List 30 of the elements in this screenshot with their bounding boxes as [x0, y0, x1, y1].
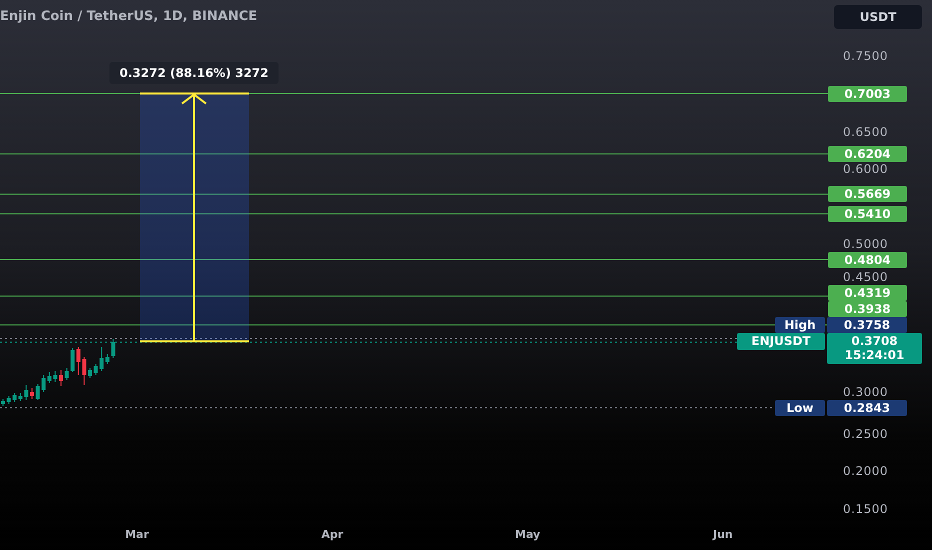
- time-axis-label: Jun: [713, 528, 733, 541]
- level-price-tag: 0.7003: [828, 86, 907, 102]
- time-axis-label: Apr: [321, 528, 344, 541]
- price-axis-label: 0.4500: [843, 270, 888, 284]
- price-axis-label: 0.6500: [843, 124, 888, 138]
- last-price-value: 0.3708: [850, 334, 899, 348]
- low-price-tag: 0.2843: [827, 400, 907, 416]
- countdown-timer: 15:24:01: [844, 348, 906, 362]
- price-axis-label: 0.6000: [843, 162, 888, 176]
- level-price-tag: 0.4319: [828, 285, 907, 302]
- measure-label: 0.3272 (88.16%) 3272: [110, 62, 278, 84]
- level-price-tag: 0.5669: [828, 186, 907, 202]
- level-price-tag: 0.5410: [828, 206, 907, 222]
- price-axis-label: 0.1500: [843, 502, 888, 516]
- symbol-tag: ENJUSDT: [737, 333, 825, 350]
- level-price-tag: 0.3938: [828, 301, 907, 318]
- high-price-tag: 0.3758: [827, 317, 907, 334]
- price-axis-label: 0.5000: [843, 236, 888, 251]
- time-axis-label: May: [515, 528, 540, 541]
- price-axis-label: 0.2500: [843, 426, 888, 440]
- time-axis-label: Mar: [125, 528, 149, 541]
- price-axis-label: 0.7500: [843, 49, 888, 63]
- price-axis-label: 0.2000: [843, 464, 888, 478]
- low-tag: Low: [775, 400, 825, 416]
- currency-button[interactable]: USDT: [834, 5, 922, 29]
- price-axis-label: 0.3000: [843, 384, 888, 399]
- high-tag: High: [775, 317, 825, 334]
- chart-title: Enjin Coin / TetherUS, 1D, BINANCE: [0, 8, 258, 24]
- level-price-tag: 0.6204: [828, 146, 907, 162]
- level-price-tag: 0.4804: [828, 252, 907, 268]
